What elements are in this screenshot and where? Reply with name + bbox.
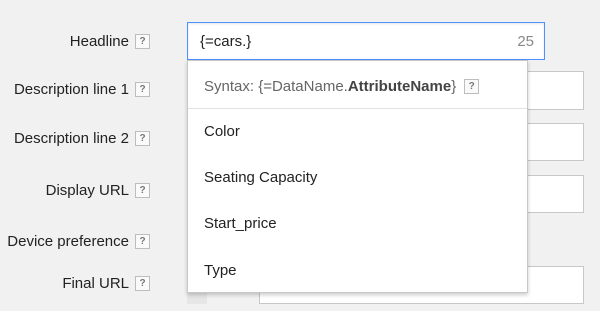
headline-value: {=cars.} bbox=[200, 33, 252, 50]
syntax-attribute-name: AttributeName bbox=[347, 77, 452, 95]
option-seating-capacity[interactable]: Seating Capacity bbox=[204, 169, 317, 186]
option-type[interactable]: Type bbox=[204, 262, 237, 279]
headline-label: Headline bbox=[69, 32, 129, 50]
headline-input[interactable]: {=cars.} 25 bbox=[187, 22, 545, 60]
display-url-label: Display URL bbox=[45, 181, 129, 199]
device-preference-label-row: Device preference ? bbox=[7, 230, 150, 252]
display-url-label-row: Display URL ? bbox=[46, 179, 150, 201]
syntax-hint: Syntax: {=DataName. AttributeName} ? bbox=[204, 75, 480, 97]
device-preference-label: Device preference bbox=[7, 232, 129, 250]
help-icon[interactable]: ? bbox=[464, 78, 480, 94]
help-icon[interactable]: ? bbox=[135, 233, 150, 249]
final-url-label-row: Final URL ? bbox=[62, 272, 150, 294]
divider bbox=[188, 108, 527, 109]
attribute-autocomplete-dropdown: Syntax: {=DataName. AttributeName} ? Colo… bbox=[187, 60, 528, 293]
help-icon[interactable]: ? bbox=[135, 182, 150, 198]
description-line-2-label: Description line 2 bbox=[13, 129, 129, 147]
description-line-2-label-row: Description line 2 ? bbox=[14, 127, 150, 149]
syntax-prefix: Syntax: {=DataName. bbox=[204, 77, 348, 95]
option-color[interactable]: Color bbox=[204, 123, 240, 140]
help-icon[interactable]: ? bbox=[135, 33, 150, 49]
description-line-1-label-row: Description line 1 ? bbox=[14, 78, 150, 100]
description-line-1-label: Description line 1 bbox=[13, 80, 129, 98]
help-icon[interactable]: ? bbox=[135, 275, 150, 291]
headline-label-row: Headline ? bbox=[70, 30, 150, 52]
option-start-price[interactable]: Start_price bbox=[204, 215, 277, 232]
final-url-label: Final URL bbox=[62, 274, 129, 292]
help-icon[interactable]: ? bbox=[135, 130, 150, 146]
syntax-suffix: } bbox=[451, 77, 457, 95]
headline-char-count: 25 bbox=[517, 33, 534, 50]
help-icon[interactable]: ? bbox=[135, 81, 150, 97]
